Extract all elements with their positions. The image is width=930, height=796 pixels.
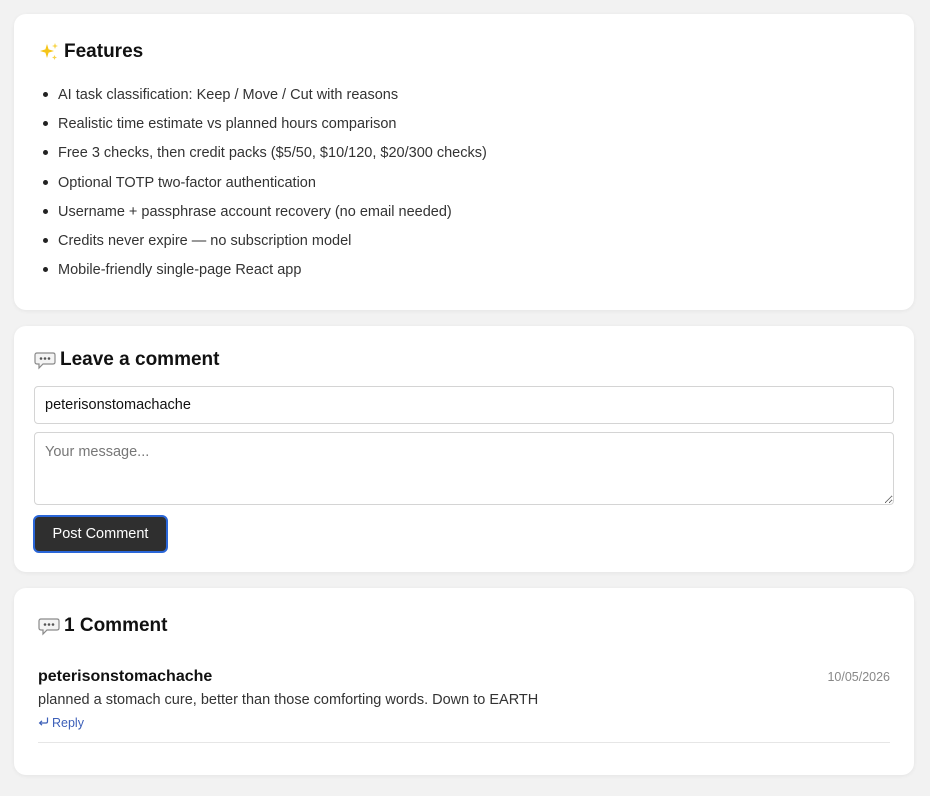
name-input[interactable] [34, 386, 894, 424]
features-list: AI task classification: Keep / Move / Cu… [43, 85, 487, 289]
features-card: Features AI task classification: Keep / … [14, 14, 914, 310]
comments-card: 1 Comment peterisonstomachache 10/05/202… [14, 588, 914, 775]
speech-bubble-icon [34, 350, 56, 370]
comment-form-title-text: Leave a comment [60, 349, 220, 370]
features-title: Features [38, 41, 143, 63]
comments-title: 1 Comment [38, 615, 167, 637]
post-comment-button[interactable]: Post Comment [33, 515, 168, 553]
feature-item: Username + passphrase account recovery (… [43, 202, 487, 231]
sparkles-icon [38, 42, 60, 62]
feature-item: Mobile-friendly single-page React app [43, 260, 487, 289]
comment-author: peterisonstomachache [38, 668, 213, 685]
comment-body: planned a stomach cure, better than thos… [38, 692, 539, 708]
feature-item: Credits never expire — no subscription m… [43, 231, 487, 260]
reply-arrow-icon [38, 716, 49, 730]
reply-label: Reply [52, 716, 84, 730]
feature-item: Realistic time estimate vs planned hours… [43, 114, 487, 143]
comment-date: 10/05/2026 [827, 670, 890, 684]
feature-item: Free 3 checks, then credit packs ($5/50,… [43, 143, 487, 172]
comment-form-card: Leave a comment Post Comment [14, 326, 914, 572]
feature-item: Optional TOTP two-factor authentication [43, 173, 487, 202]
comments-title-text: 1 Comment [64, 615, 168, 636]
comment-item: peterisonstomachache 10/05/2026 planned … [38, 666, 890, 743]
speech-bubble-icon [38, 616, 60, 636]
comment-form-title: Leave a comment [34, 349, 219, 371]
features-title-text: Features [64, 41, 144, 62]
feature-item: AI task classification: Keep / Move / Cu… [43, 85, 487, 114]
message-textarea[interactable] [34, 432, 894, 505]
reply-link[interactable]: Reply [38, 716, 84, 730]
